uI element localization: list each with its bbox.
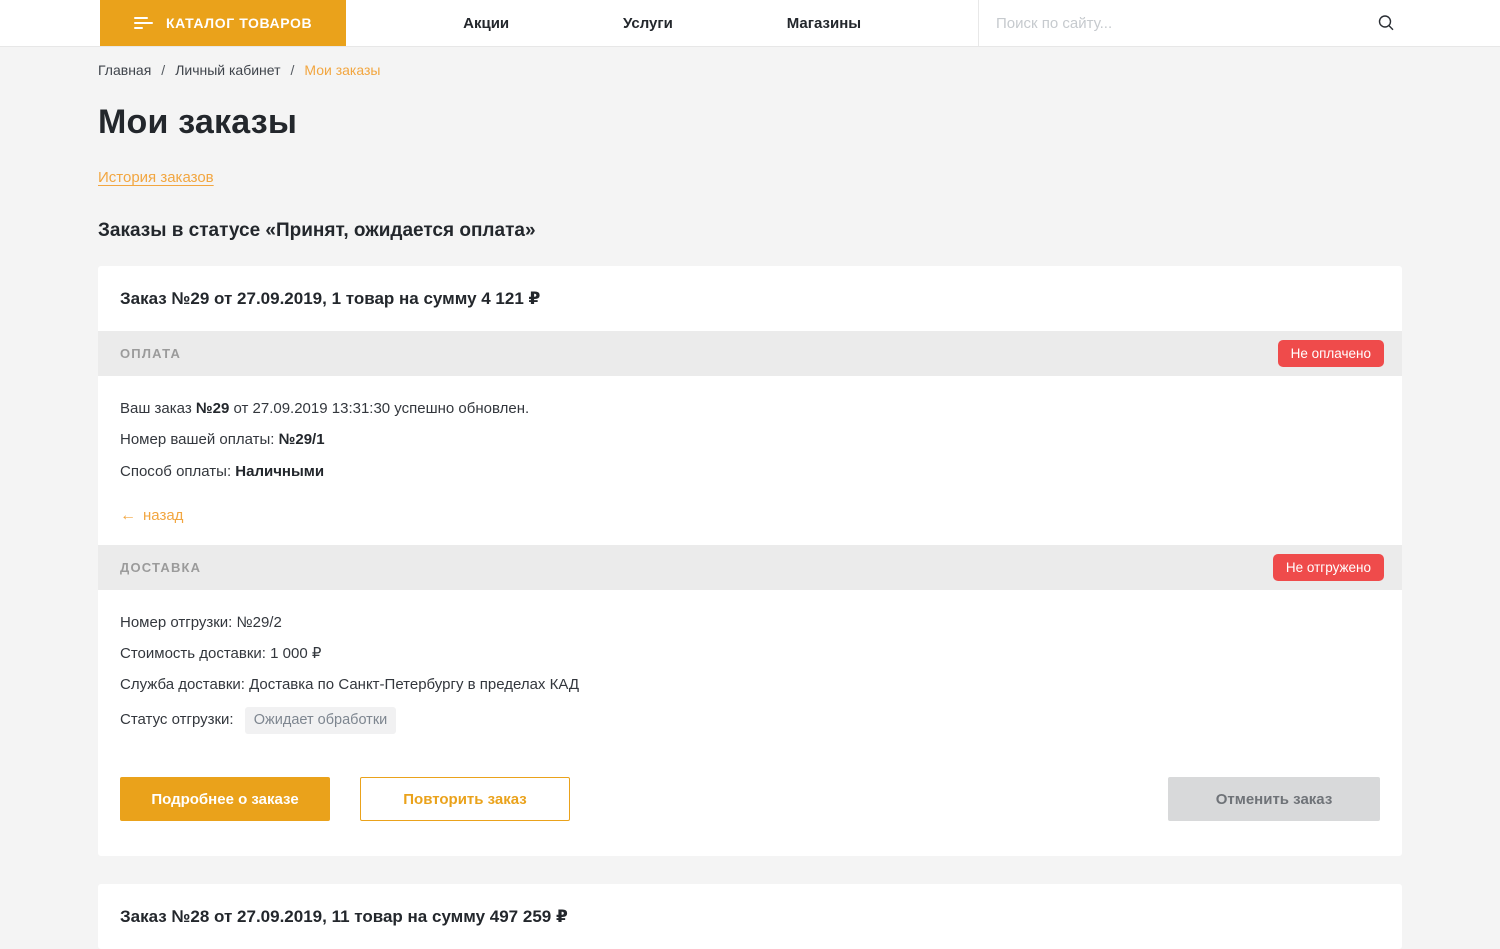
breadcrumb-current: Мои заказы: [304, 62, 380, 78]
shipment-status-line: Статус отгрузки: Ожидает обработки: [120, 707, 1380, 735]
main-nav: Акции Услуги Магазины: [346, 0, 978, 46]
order-title: Заказ №28 от 27.09.2019, 11 товар на сум…: [98, 884, 1402, 949]
delivery-section-label: ДОСТАВКА: [120, 560, 201, 575]
order-title: Заказ №29 от 27.09.2019, 1 товар на сумм…: [98, 266, 1402, 331]
orders-status-heading: Заказы в статусе «Принят, ожидается опла…: [98, 220, 1402, 242]
payment-update-message: Ваш заказ №29 от 27.09.2019 13:31:30 усп…: [120, 399, 1380, 419]
page-title: Мои заказы: [98, 103, 1402, 142]
order-details-button[interactable]: Подробнее о заказе: [120, 777, 330, 821]
back-link-label: назад: [143, 507, 183, 524]
page-content: Главная / Личный кабинет / Мои заказы Мо…: [98, 46, 1402, 949]
arrow-left-icon: ←: [120, 507, 136, 525]
site-search: [978, 0, 1400, 46]
menu-icon: [134, 17, 153, 29]
delivery-service-line: Служба доставки: Доставка по Санкт-Петер…: [120, 675, 1380, 695]
nav-item-services[interactable]: Услуги: [623, 15, 673, 32]
payment-section-bar: ОПЛАТА Не оплачено: [98, 331, 1402, 376]
top-header: КАТАЛОГ ТОВАРОВ Акции Услуги Магазины: [0, 0, 1500, 46]
breadcrumb-separator: /: [291, 62, 295, 78]
breadcrumb: Главная / Личный кабинет / Мои заказы: [98, 46, 1402, 78]
cancel-order-button[interactable]: Отменить заказ: [1168, 777, 1380, 821]
order-history-link[interactable]: История заказов: [98, 169, 214, 186]
catalog-button[interactable]: КАТАЛОГ ТОВАРОВ: [100, 0, 346, 46]
shipment-number-line: Номер отгрузки: №29/2: [120, 613, 1380, 633]
payment-status-badge: Не оплачено: [1278, 340, 1384, 367]
order-actions: Подробнее о заказе Повторить заказ Отмен…: [98, 765, 1402, 856]
order-card-28: Заказ №28 от 27.09.2019, 11 товар на сум…: [98, 884, 1402, 949]
delivery-section-bar: ДОСТАВКА Не отгружено: [98, 545, 1402, 590]
payment-section-label: ОПЛАТА: [120, 346, 181, 361]
payment-method-line: Способ оплаты: Наличными: [120, 462, 1380, 482]
repeat-order-button[interactable]: Повторить заказ: [360, 777, 570, 821]
nav-item-stores[interactable]: Магазины: [787, 15, 861, 32]
delivery-section-body: Номер отгрузки: №29/2 Стоимость доставки…: [98, 590, 1402, 765]
search-input[interactable]: [994, 14, 1372, 33]
delivery-cost-line: Стоимость доставки: 1 000 ₽: [120, 644, 1380, 664]
search-icon: [1376, 13, 1396, 33]
breadcrumb-separator: /: [161, 62, 165, 78]
payment-section-body: Ваш заказ №29 от 27.09.2019 13:31:30 усп…: [98, 376, 1402, 545]
payment-number-line: Номер вашей оплаты: №29/1: [120, 430, 1380, 450]
delivery-status-badge: Не отгружено: [1273, 554, 1384, 581]
search-button[interactable]: [1372, 9, 1400, 37]
back-link[interactable]: ← назад: [120, 507, 183, 525]
breadcrumb-home[interactable]: Главная: [98, 62, 151, 78]
order-card-29: Заказ №29 от 27.09.2019, 1 товар на сумм…: [98, 266, 1402, 856]
breadcrumb-account[interactable]: Личный кабинет: [175, 62, 280, 78]
catalog-button-label: КАТАЛОГ ТОВАРОВ: [166, 15, 312, 31]
nav-item-promotions[interactable]: Акции: [463, 15, 509, 32]
shipment-status-pill: Ожидает обработки: [245, 707, 397, 735]
